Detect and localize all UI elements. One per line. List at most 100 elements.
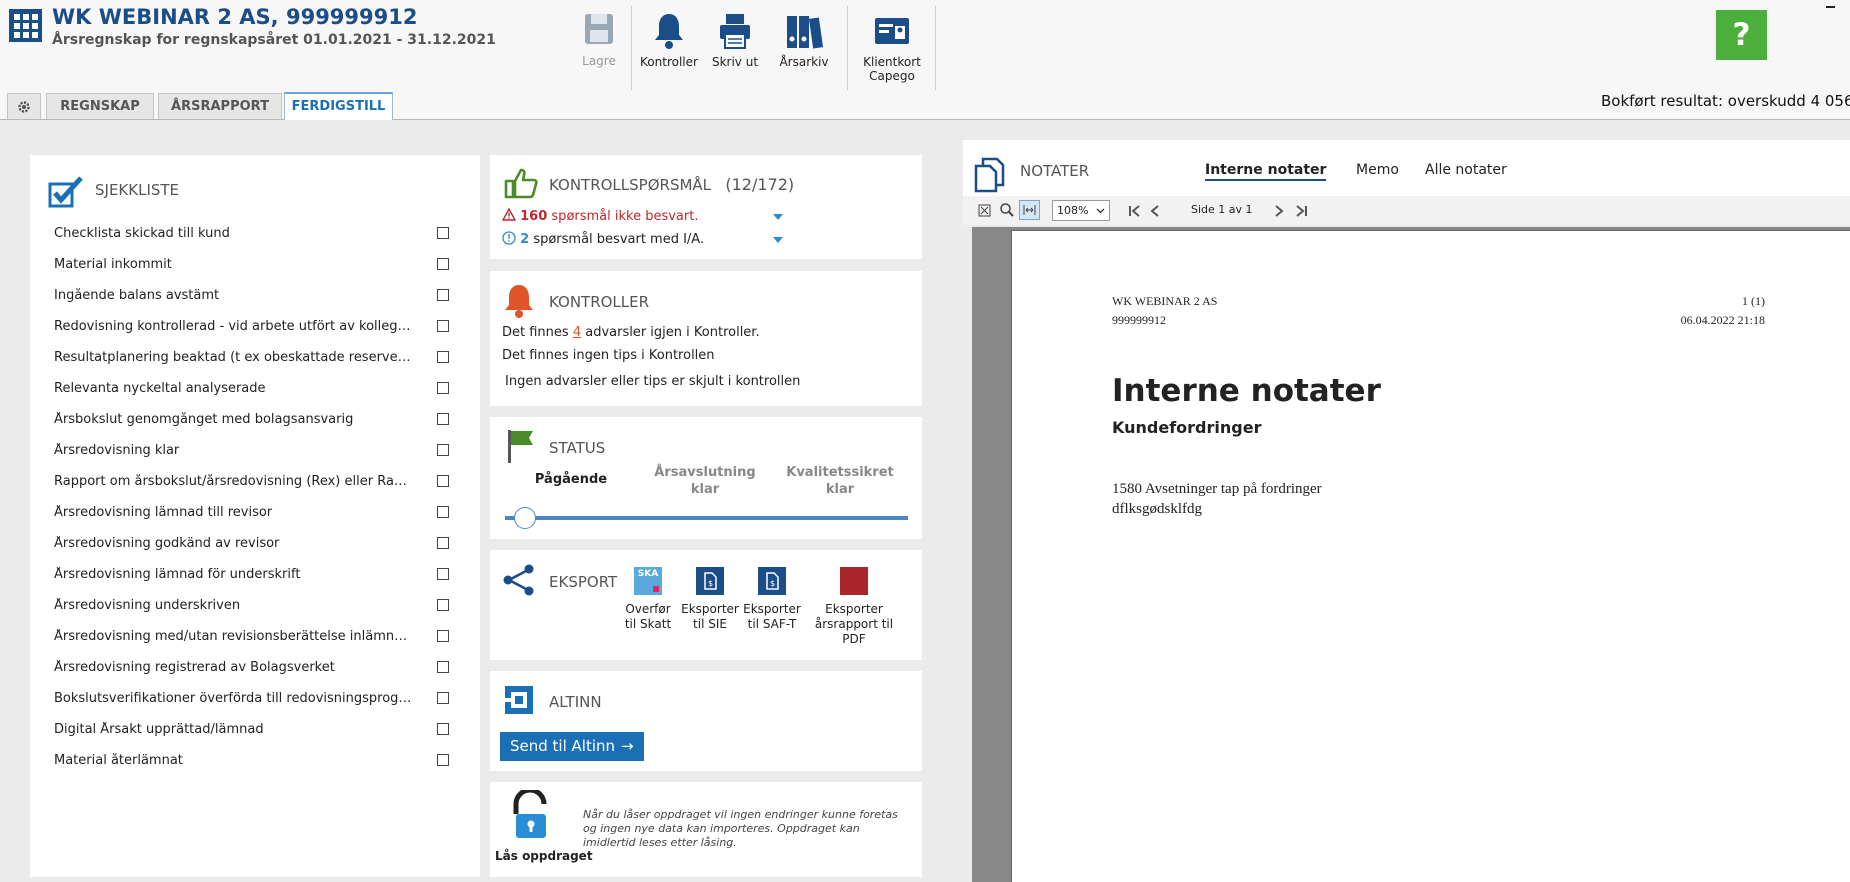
next-page-icon[interactable]	[1273, 204, 1285, 218]
unanswered-dropdown-icon[interactable]	[773, 214, 783, 220]
na-dropdown-icon[interactable]	[773, 237, 783, 243]
last-page-icon[interactable]	[1294, 204, 1308, 218]
zoom-icon[interactable]	[999, 202, 1015, 218]
first-page-icon[interactable]	[1128, 204, 1142, 218]
checklist-item-label: Redovisning kontrollerad - vid arbete ut…	[54, 319, 414, 334]
client-card-button[interactable]: Klientkort Capego	[857, 12, 927, 83]
doc-datetime: 06.04.2022 21:18	[1680, 313, 1765, 327]
altinn-panel: ALTINN Send til Altinn →	[490, 671, 922, 771]
export-item-label[interactable]: Eksporter årsrapport til PDF	[812, 602, 896, 647]
page-info: Side 1 av 1	[1191, 203, 1253, 216]
arrow-right-icon: →	[621, 737, 634, 755]
tab-regnskap[interactable]: REGNSKAP	[46, 93, 154, 119]
status-step-label-2: klar	[825, 482, 855, 497]
checklist-checkbox[interactable]	[437, 537, 449, 549]
status-title: STATUS	[549, 439, 606, 457]
document-page: WK WEBINAR 2 AS 999999912 1 (1) 06.04.20…	[1011, 230, 1850, 882]
sie-file-icon[interactable]: $	[696, 567, 724, 595]
client-card-icon	[875, 18, 909, 44]
share-icon	[503, 564, 534, 596]
settings-tab[interactable]	[7, 93, 41, 119]
tab-arsrapport[interactable]: ÅRSRAPPORT	[158, 93, 282, 119]
export-title: EKSPORT	[549, 573, 618, 591]
checklist-checkbox[interactable]	[437, 351, 449, 363]
checklist-item-label: Material återlämnat	[54, 753, 183, 768]
checklist-checkbox[interactable]	[437, 506, 449, 518]
tips-text: Det finnes ingen tips i Kontrollen	[502, 348, 715, 363]
checklist-item-label: Material inkommit	[54, 257, 172, 272]
checklist-checkbox[interactable]	[437, 382, 449, 394]
export-item-label[interactable]: Eksporter til SAF-T	[730, 602, 814, 632]
svg-text:$: $	[770, 579, 775, 588]
tab-memo[interactable]: Memo	[1356, 162, 1399, 178]
send-to-altinn-button[interactable]: Send til Altinn →	[500, 732, 644, 761]
tab-internal-notes[interactable]: Interne notater	[1205, 162, 1327, 181]
checklist-panel: SJEKKLISTE Checklista skickad till kund M…	[30, 155, 480, 877]
status-step[interactable]: Årsavslutning klar	[640, 464, 770, 498]
status-step-label: Pågående	[534, 472, 608, 487]
checklist-item-label: Rapport om årsbokslut/årsredovisning (Re…	[54, 474, 414, 489]
toolbar-divider	[935, 6, 936, 90]
print-button[interactable]: Skriv ut	[709, 12, 761, 69]
status-step[interactable]: Pågående	[506, 471, 636, 488]
chevron-down-icon	[1096, 208, 1105, 214]
altinn-title: ALTINN	[549, 693, 602, 711]
checklist-checkbox[interactable]	[437, 692, 449, 704]
checklist-icon	[48, 176, 83, 208]
checklist-title: SJEKKLISTE	[95, 181, 180, 199]
previous-page-icon[interactable]	[1149, 204, 1161, 218]
status-step-label-2: klar	[690, 482, 720, 497]
minimize-icon[interactable]	[1826, 6, 1835, 8]
checklist-checkbox[interactable]	[437, 475, 449, 487]
status-step-label: Kvalitetssikret	[786, 465, 894, 480]
svg-text:$: $	[708, 579, 713, 588]
warnings-count-link[interactable]: 4	[573, 325, 581, 340]
checklist-checkbox[interactable]	[437, 444, 449, 456]
checklist-checkbox[interactable]	[437, 599, 449, 611]
export-panel: EKSPORT SKA $ $ Overfør til Skatt Eksporte…	[490, 550, 922, 660]
pdf-icon[interactable]	[840, 567, 868, 595]
checklist-checkbox[interactable]	[437, 258, 449, 270]
doc-orgnr: 999999912	[1112, 313, 1166, 327]
unanswered-row[interactable]: 160 spørsmål ikke besvart.	[501, 207, 698, 224]
padlock-open-icon[interactable]	[508, 790, 554, 842]
zoom-select[interactable]: 108%	[1052, 200, 1110, 221]
doc-company: WK WEBINAR 2 AS	[1112, 294, 1218, 308]
checklist-checkbox[interactable]	[437, 754, 449, 766]
saft-file-icon[interactable]: $	[758, 567, 786, 595]
controls-button[interactable]: Kontroller	[640, 12, 698, 69]
toolbar-divider	[631, 6, 632, 90]
checklist-checkbox[interactable]	[437, 289, 449, 301]
help-button[interactable]: ?	[1716, 10, 1767, 60]
tab-all-notes[interactable]: Alle notater	[1425, 162, 1507, 178]
notes-title: NOTATER	[1020, 162, 1090, 180]
checklist-item-label: Resultatplanering beaktad (t ex obeskatt…	[54, 350, 414, 365]
app-menu-icon[interactable]	[9, 9, 42, 42]
checklist-item-label: Årsredovisning lämnad till revisor	[54, 505, 273, 520]
save-button[interactable]: Lagre	[578, 12, 620, 68]
checklist-checkbox[interactable]	[437, 320, 449, 332]
skatt-icon[interactable]: SKA	[634, 567, 662, 595]
checklist-checkbox[interactable]	[437, 568, 449, 580]
na-row[interactable]: 2 spørsmål besvart med I/A.	[502, 231, 704, 247]
doc-page-count: 1 (1)	[1742, 294, 1765, 308]
checklist-checkbox[interactable]	[437, 413, 449, 425]
status-slider-thumb[interactable]	[514, 507, 537, 529]
tab-ferdigstill[interactable]: FERDIGSTILL	[284, 92, 393, 120]
checklist-item-label: Ingående balans avstämt	[54, 288, 220, 303]
fit-page-icon[interactable]	[977, 203, 992, 218]
checklist-checkbox[interactable]	[437, 630, 449, 642]
doc-line-1: 1580 Avsetninger tap på fordringer	[1112, 481, 1322, 497]
fit-width-icon[interactable]	[1019, 200, 1040, 220]
controls-title: KONTROLLER	[549, 293, 650, 311]
printer-icon	[720, 14, 750, 49]
status-step[interactable]: Kvalitetssikret klar	[775, 464, 905, 498]
checklist-checkbox[interactable]	[437, 723, 449, 735]
status-slider-track[interactable]	[505, 516, 908, 520]
checklist-checkbox[interactable]	[437, 661, 449, 673]
info-icon	[502, 231, 516, 245]
viewer-toolbar: 108% Side 1 av 1	[963, 196, 1850, 225]
archive-button[interactable]: Årsarkiv	[778, 12, 830, 69]
bell-icon	[505, 285, 533, 318]
checklist-checkbox[interactable]	[437, 227, 449, 239]
